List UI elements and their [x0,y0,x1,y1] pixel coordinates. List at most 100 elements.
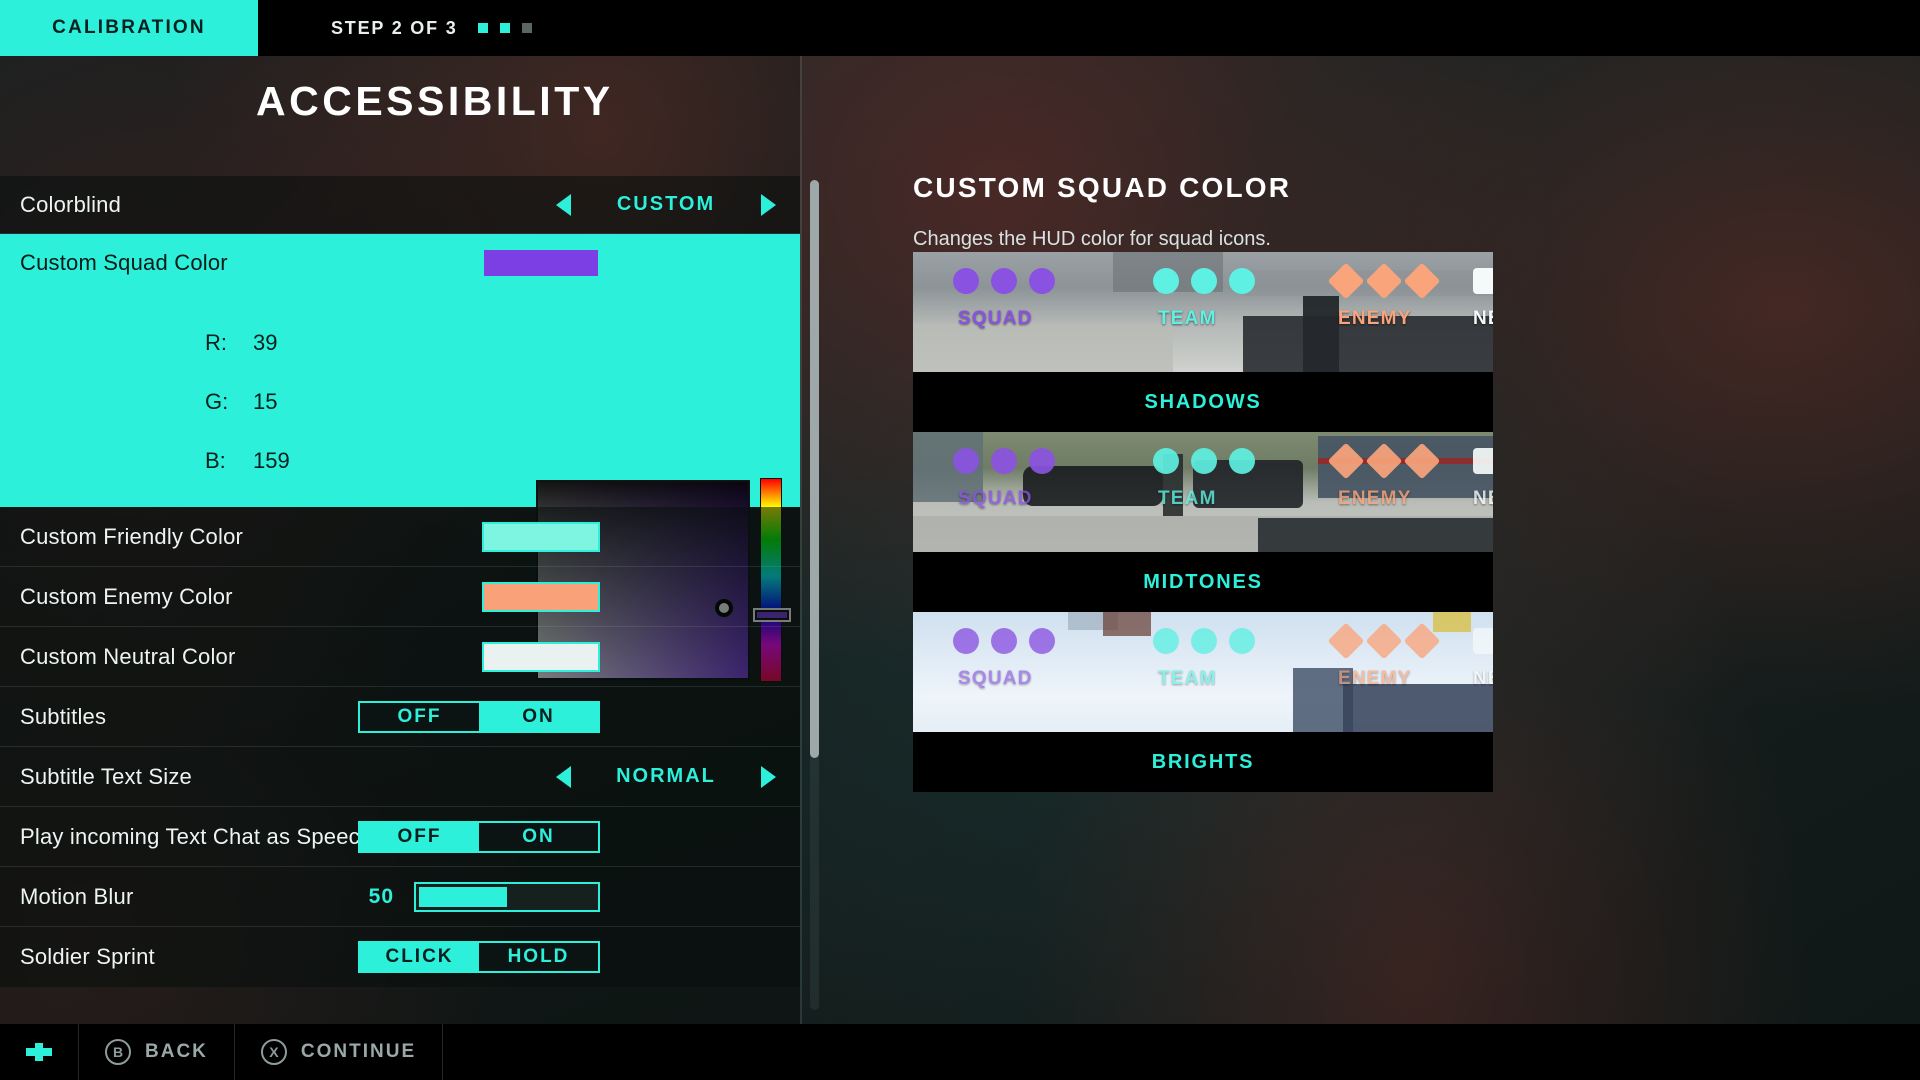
colorblind-next-arrow-icon[interactable] [761,193,776,216]
tab-calibration-label: CALIBRATION [52,17,206,38]
toggle-text-chat-speech[interactable]: OFF ON [358,821,600,853]
tab-calibration[interactable]: CALIBRATION [0,0,258,56]
colorblind-prev-arrow-icon[interactable] [556,193,571,216]
hud-icon-circle [991,268,1017,294]
hud-icon-diamond [1327,622,1365,660]
motion-blur-slider-fill [419,887,507,907]
hud-icon-diamond [1403,622,1441,660]
hud-icon-group-enemy [1327,622,1441,660]
motion-blur-slider[interactable] [414,882,600,912]
setting-label-custom-friendly-color: Custom Friendly Color [20,523,244,549]
preview-caption-midtones: MIDTONES [913,552,1493,612]
bottom-bar: B BACK X CONTINUE [0,1024,1920,1080]
hud-icon-square [1473,448,1493,474]
setting-row-custom-enemy-color[interactable]: Custom Enemy Color [0,567,800,627]
swatch-custom-enemy-color[interactable] [482,582,600,612]
custom-squad-color-panel[interactable]: Custom Squad Color R: 39 G: 15 B: 159 [0,234,800,507]
rgb-values: R: 39 G: 15 B: 159 [205,330,290,507]
hud-icon-group-enemy [1327,262,1441,300]
hud-icon-diamond [1365,622,1403,660]
setting-row-custom-squad-color[interactable]: Custom Squad Color [0,234,800,292]
hud-label-squad: SQUAD [958,488,1033,509]
preview-title: CUSTOM SQUAD COLOR [913,172,1292,203]
setting-row-subtitle-text-size[interactable]: Subtitle Text Size NORMAL [0,747,800,807]
swatch-custom-neutral-color[interactable] [482,642,600,672]
subtitle-text-size-value: NORMAL [616,765,716,787]
motion-blur-value: 50 [368,885,394,908]
step-dot-3 [522,23,532,33]
settings-scrollbar[interactable] [810,180,819,1010]
hud-icon-circle [1191,448,1217,474]
hud-label-neutral: NEUTRAL [1473,668,1493,689]
toggle-soldier-sprint[interactable]: CLICK HOLD [358,941,600,973]
setting-row-motion-blur[interactable]: Motion Blur 50 [0,867,800,927]
hud-icon-circle [1029,268,1055,294]
subtitle-size-prev-arrow-icon[interactable] [556,765,571,788]
hud-icon-diamond [1365,442,1403,480]
setting-row-soldier-sprint[interactable]: Soldier Sprint CLICK HOLD [0,927,800,987]
hud-icon-group-team [1153,628,1255,654]
setting-row-custom-friendly-color[interactable]: Custom Friendly Color [0,507,800,567]
hud-icon-circle [953,628,979,654]
settings-list: Colorblind CUSTOM Custom Squad Color R: … [0,176,800,1000]
hud-icon-circle [991,448,1017,474]
setting-label-text-chat-speech: Play incoming Text Chat as Speech [20,823,373,849]
hud-icon-diamond [1365,262,1403,300]
setting-row-custom-neutral-color[interactable]: Custom Neutral Color [0,627,800,687]
top-bar: CALIBRATION STEP 2 OF 3 [0,0,1920,56]
dpad-button[interactable] [0,1024,79,1080]
hud-icon-group-team [1153,268,1255,294]
preview-image-brights: SQUAD TEAM ENEMY NEUTRAL [913,612,1493,732]
step-indicator-label: STEP 2 OF 3 [331,17,458,38]
rgb-key-g: G: [205,389,229,414]
hud-icon-group-squad [953,268,1055,294]
hud-label-enemy: ENEMY [1338,308,1412,329]
rgb-value-b[interactable]: 159 [253,448,290,474]
preview-stack: SQUAD TEAM ENEMY NEUTRAL SHADOWS SQUAD TEAM E… [913,252,1493,792]
hud-label-team: TEAM [1158,308,1217,329]
setting-row-subtitles[interactable]: Subtitles OFF ON [0,687,800,747]
toggle-sprint-hold[interactable]: HOLD [479,943,598,971]
preview-image-midtones: SQUAD TEAM ENEMY NEUTRAL [913,432,1493,552]
rgb-value-g[interactable]: 15 [253,389,277,415]
hud-label-neutral: NEUTRAL [1473,488,1493,509]
back-button[interactable]: B BACK [79,1024,235,1080]
toggle-text-chat-on[interactable]: ON [479,823,598,851]
hud-icon-diamond [1327,442,1365,480]
hud-label-team: TEAM [1158,488,1217,509]
hud-icon-group-neutral [1473,628,1493,654]
hud-icon-circle [1153,268,1179,294]
toggle-subtitles[interactable]: OFF ON [358,701,600,733]
toggle-subtitles-on[interactable]: ON [479,703,598,731]
preview-caption-brights: BRIGHTS [913,732,1493,792]
hud-icon-circle [1153,448,1179,474]
subtitle-size-next-arrow-icon[interactable] [761,765,776,788]
toggle-sprint-click[interactable]: CLICK [360,943,479,971]
setting-label-custom-neutral-color: Custom Neutral Color [20,643,236,669]
swatch-custom-squad-color[interactable] [482,248,600,278]
hud-icon-square [1473,268,1493,294]
setting-row-text-chat-speech[interactable]: Play incoming Text Chat as Speech OFF ON [0,807,800,867]
hud-icon-diamond [1403,442,1441,480]
hud-icon-circle [1029,448,1055,474]
colorblind-value: CUSTOM [616,193,716,215]
continue-button[interactable]: X CONTINUE [235,1024,444,1080]
dpad-icon [26,1043,52,1061]
hud-icon-circle [1153,628,1179,654]
preview-description: Changes the HUD color for squad icons. [913,228,1271,250]
toggle-subtitles-off[interactable]: OFF [360,703,479,731]
hud-icons-midtones: SQUAD TEAM ENEMY NEUTRAL [913,432,1493,552]
rgb-value-r[interactable]: 39 [253,330,277,356]
preview-image-shadows: SQUAD TEAM ENEMY NEUTRAL [913,252,1493,372]
button-b-icon: B [105,1039,131,1065]
swatch-custom-friendly-color[interactable] [482,522,600,552]
step-dot-2 [500,23,510,33]
hud-icon-group-neutral [1473,448,1493,474]
scrollbar-thumb[interactable] [810,180,819,758]
hud-icon-circle [991,628,1017,654]
step-dot-1 [478,23,488,33]
hud-icon-circle [1029,628,1055,654]
toggle-text-chat-off[interactable]: OFF [360,823,479,851]
setting-label-colorblind: Colorblind [20,191,122,217]
setting-row-colorblind[interactable]: Colorblind CUSTOM [0,176,800,234]
